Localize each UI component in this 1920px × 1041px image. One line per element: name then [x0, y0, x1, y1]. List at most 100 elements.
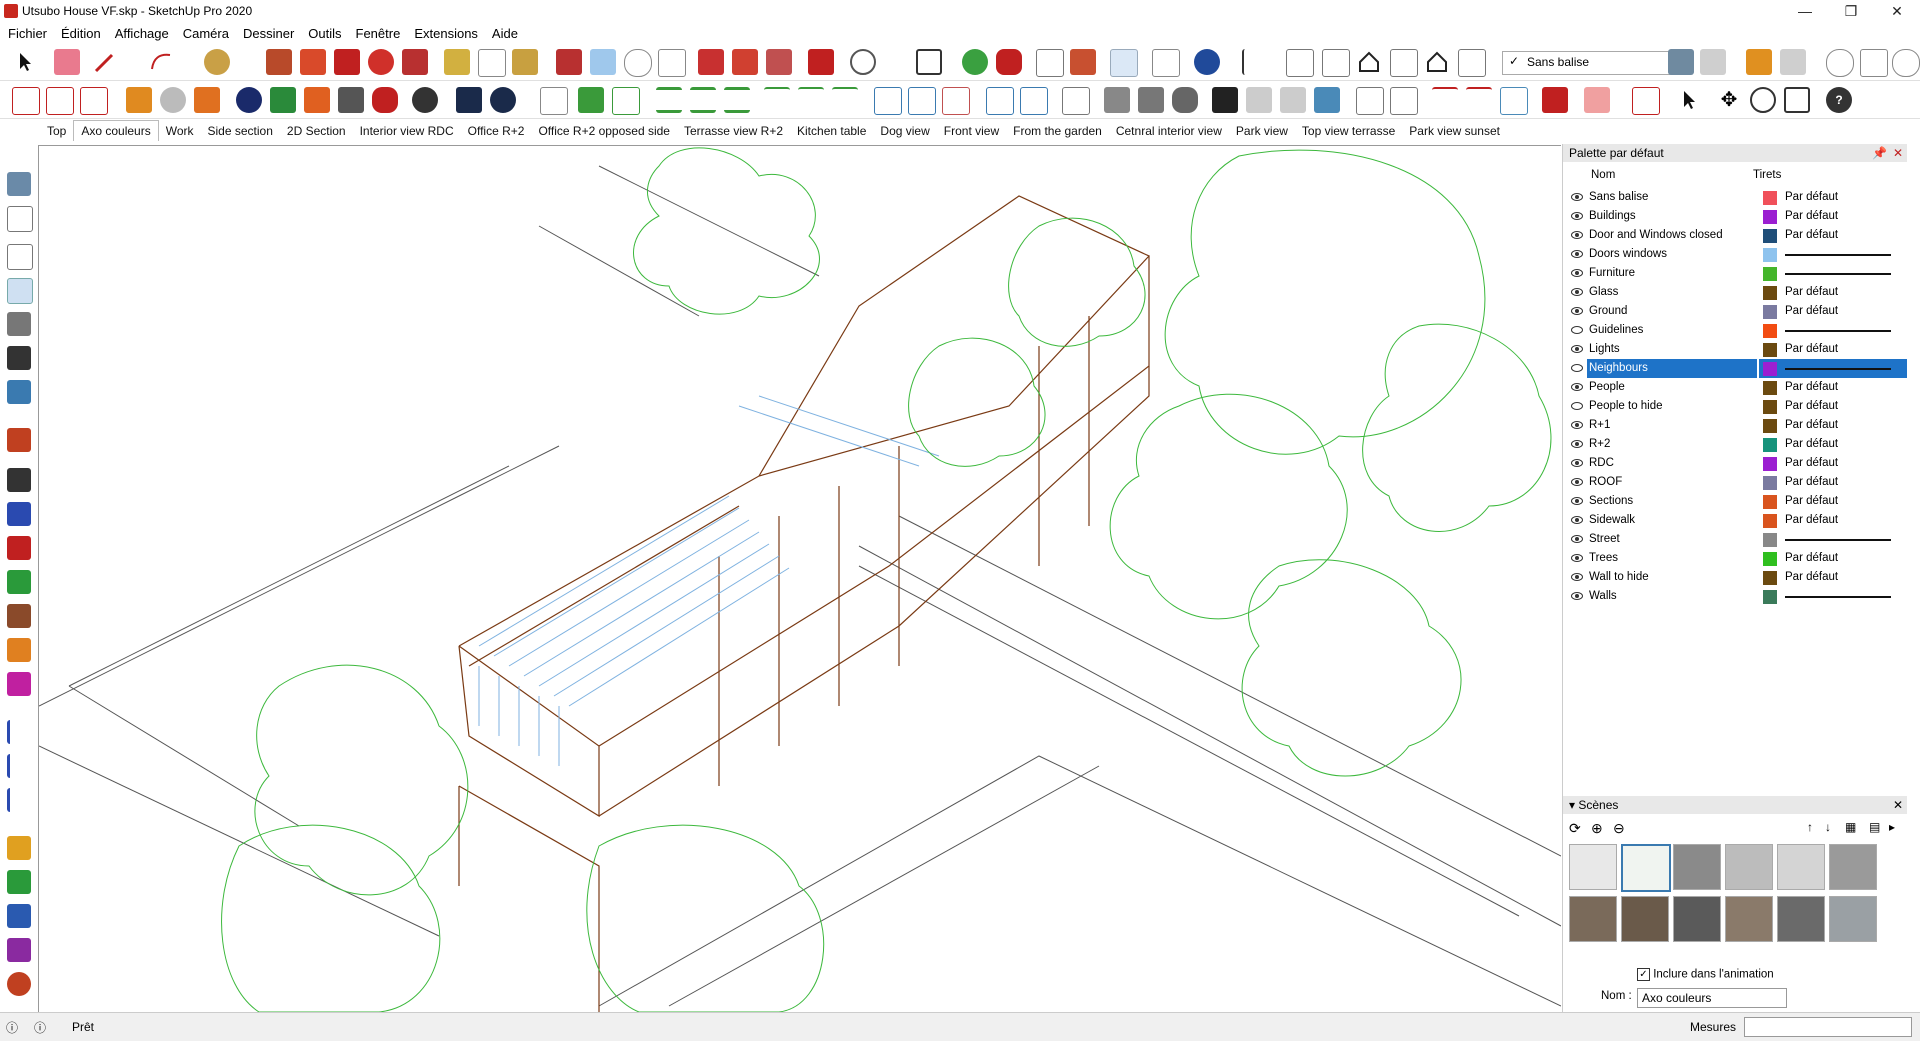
walk-tool-icon[interactable] — [1152, 49, 1180, 77]
checker-icon[interactable] — [1212, 87, 1238, 113]
tag-dash[interactable]: Par défaut — [1783, 340, 1895, 359]
move-down-icon[interactable]: ↓ — [1825, 820, 1831, 834]
text-tool-icon[interactable] — [478, 49, 506, 77]
tags-icon[interactable] — [1746, 49, 1772, 75]
column-nom[interactable]: Nom — [1591, 166, 1615, 184]
scene-tab[interactable]: Dog view — [873, 121, 936, 141]
tag-dash[interactable]: Par défaut — [1783, 416, 1895, 435]
protractor-icon[interactable] — [1892, 49, 1920, 77]
rotate-tool-icon[interactable] — [368, 49, 394, 75]
help-icon[interactable] — [1194, 49, 1220, 75]
layers-icon[interactable] — [1780, 49, 1806, 75]
tag-name[interactable]: People — [1587, 378, 1757, 397]
scene-thumbnail-11[interactable] — [1777, 896, 1825, 942]
tag-dash[interactable] — [1783, 321, 1895, 340]
tag-color-swatch[interactable] — [1763, 590, 1777, 604]
settings-gear-icon[interactable] — [412, 87, 438, 113]
question-icon[interactable]: ? — [1826, 87, 1852, 113]
tag-row[interactable]: Doors windows — [1563, 245, 1907, 264]
eye-icon[interactable] — [1571, 192, 1583, 202]
eye-icon[interactable] — [1571, 496, 1583, 506]
view-iso-icon[interactable] — [7, 172, 31, 196]
pin-icon[interactable]: 📌 — [1872, 144, 1887, 162]
tag-color-swatch[interactable] — [1763, 305, 1777, 319]
view-back-icon[interactable] — [7, 312, 31, 336]
tag-name[interactable]: Glass — [1587, 283, 1757, 302]
solid-tool-1-icon[interactable] — [7, 428, 31, 452]
tag-row[interactable]: Sections Par défaut — [1563, 492, 1907, 511]
shape-4-icon[interactable] — [7, 938, 31, 962]
tag-row[interactable]: R+2 Par défaut — [1563, 435, 1907, 454]
scene-thumbnail-8[interactable] — [1621, 896, 1669, 942]
tag-row[interactable]: R+1 Par défaut — [1563, 416, 1907, 435]
tag-name[interactable]: Guidelines — [1587, 321, 1757, 340]
tag-color-swatch[interactable] — [1763, 476, 1777, 490]
column-tirets[interactable]: Tirets — [1753, 166, 1781, 184]
measure-input[interactable] — [1744, 1017, 1912, 1037]
tag-color-swatch[interactable] — [1763, 191, 1777, 205]
chevron-down-icon[interactable]: ▾ — [1569, 798, 1578, 812]
add-location-icon[interactable] — [962, 49, 988, 75]
tag-dash[interactable]: Par défaut — [1783, 511, 1895, 530]
tag-dash[interactable]: Par défaut — [1783, 378, 1895, 397]
axes-icon[interactable] — [1826, 49, 1854, 77]
section-plane-icon[interactable] — [1036, 49, 1064, 77]
panel-close-icon[interactable]: ✕ — [1893, 144, 1903, 162]
tag-dash[interactable]: Par défaut — [1783, 207, 1895, 226]
shape-1-icon[interactable] — [7, 836, 31, 860]
tag-color-swatch[interactable] — [1763, 286, 1777, 300]
scene-tab[interactable]: Park view — [1229, 121, 1295, 141]
eye-hidden-icon[interactable] — [1571, 401, 1583, 411]
arrow-2-icon[interactable] — [7, 754, 31, 778]
dimensions-icon[interactable] — [1860, 49, 1888, 77]
zoom-extents-icon[interactable] — [658, 49, 686, 77]
tag-name[interactable]: Doors windows — [1587, 245, 1757, 264]
solid-tool-7-icon[interactable] — [7, 638, 31, 662]
tag-color-swatch[interactable] — [1763, 514, 1777, 528]
pan-tool-icon[interactable] — [590, 49, 616, 75]
scene-thumbnail-3[interactable] — [1673, 844, 1721, 890]
scene-tab[interactable]: Kitchen table — [790, 121, 873, 141]
tag-color-swatch[interactable] — [1763, 210, 1777, 224]
menu-fichier[interactable]: Fichier — [0, 24, 54, 44]
shape-5-icon[interactable] — [7, 972, 31, 996]
eye-icon[interactable] — [1571, 344, 1583, 354]
tag-row[interactable]: Neighbours — [1563, 359, 1907, 378]
menu-edition[interactable]: Édition — [54, 24, 108, 44]
scene-tab[interactable]: Interior view RDC — [353, 121, 461, 141]
expand-icon[interactable]: ▸ — [1889, 820, 1895, 834]
tag-name[interactable]: Door and Windows closed — [1587, 226, 1757, 245]
tag-name[interactable]: ROOF — [1587, 473, 1757, 492]
scene-thumbnail-6[interactable] — [1829, 844, 1877, 890]
eye-icon[interactable] — [1571, 477, 1583, 487]
tag-name[interactable]: Furniture — [1587, 264, 1757, 283]
scene-thumbnail-5[interactable] — [1777, 844, 1825, 890]
follow-me-icon[interactable] — [300, 49, 326, 75]
tag-dropdown[interactable]: ✓ Sans balise ▼ — [1502, 51, 1682, 75]
component-icon[interactable] — [126, 87, 152, 113]
eye-icon[interactable] — [1571, 249, 1583, 259]
tag-dash[interactable]: Par défaut — [1783, 454, 1895, 473]
arrow-3-icon[interactable] — [7, 788, 31, 812]
tag-color-swatch[interactable] — [1763, 381, 1777, 395]
panel-2-icon[interactable] — [1390, 87, 1418, 115]
send-to-layout-icon[interactable] — [766, 49, 792, 75]
tag-dash[interactable]: Par défaut — [1783, 473, 1895, 492]
scene-tab[interactable]: Axo couleurs — [73, 120, 159, 141]
tag-color-swatch[interactable] — [1763, 324, 1777, 338]
menu-fenetre[interactable]: Fenêtre — [349, 24, 408, 44]
tag-row[interactable]: Glass Par défaut — [1563, 283, 1907, 302]
solid-tool-3-icon[interactable] — [7, 502, 31, 526]
tag-dash[interactable]: Par défaut — [1783, 226, 1895, 245]
tag-color-swatch[interactable] — [1763, 362, 1777, 376]
terrain-icon[interactable] — [996, 49, 1022, 75]
eye-icon[interactable] — [1571, 553, 1583, 563]
tape-measure-icon[interactable] — [204, 49, 230, 75]
tag-row[interactable]: Street — [1563, 530, 1907, 549]
tag-dash[interactable]: Par défaut — [1783, 283, 1895, 302]
scene-tab[interactable]: Terrasse view R+2 — [677, 121, 790, 141]
scene-tab[interactable]: Front view — [937, 121, 1006, 141]
mirror-icon[interactable] — [1242, 49, 1270, 75]
tag-dash[interactable]: Par défaut — [1783, 435, 1895, 454]
scene-tab[interactable]: Side section — [201, 121, 280, 141]
